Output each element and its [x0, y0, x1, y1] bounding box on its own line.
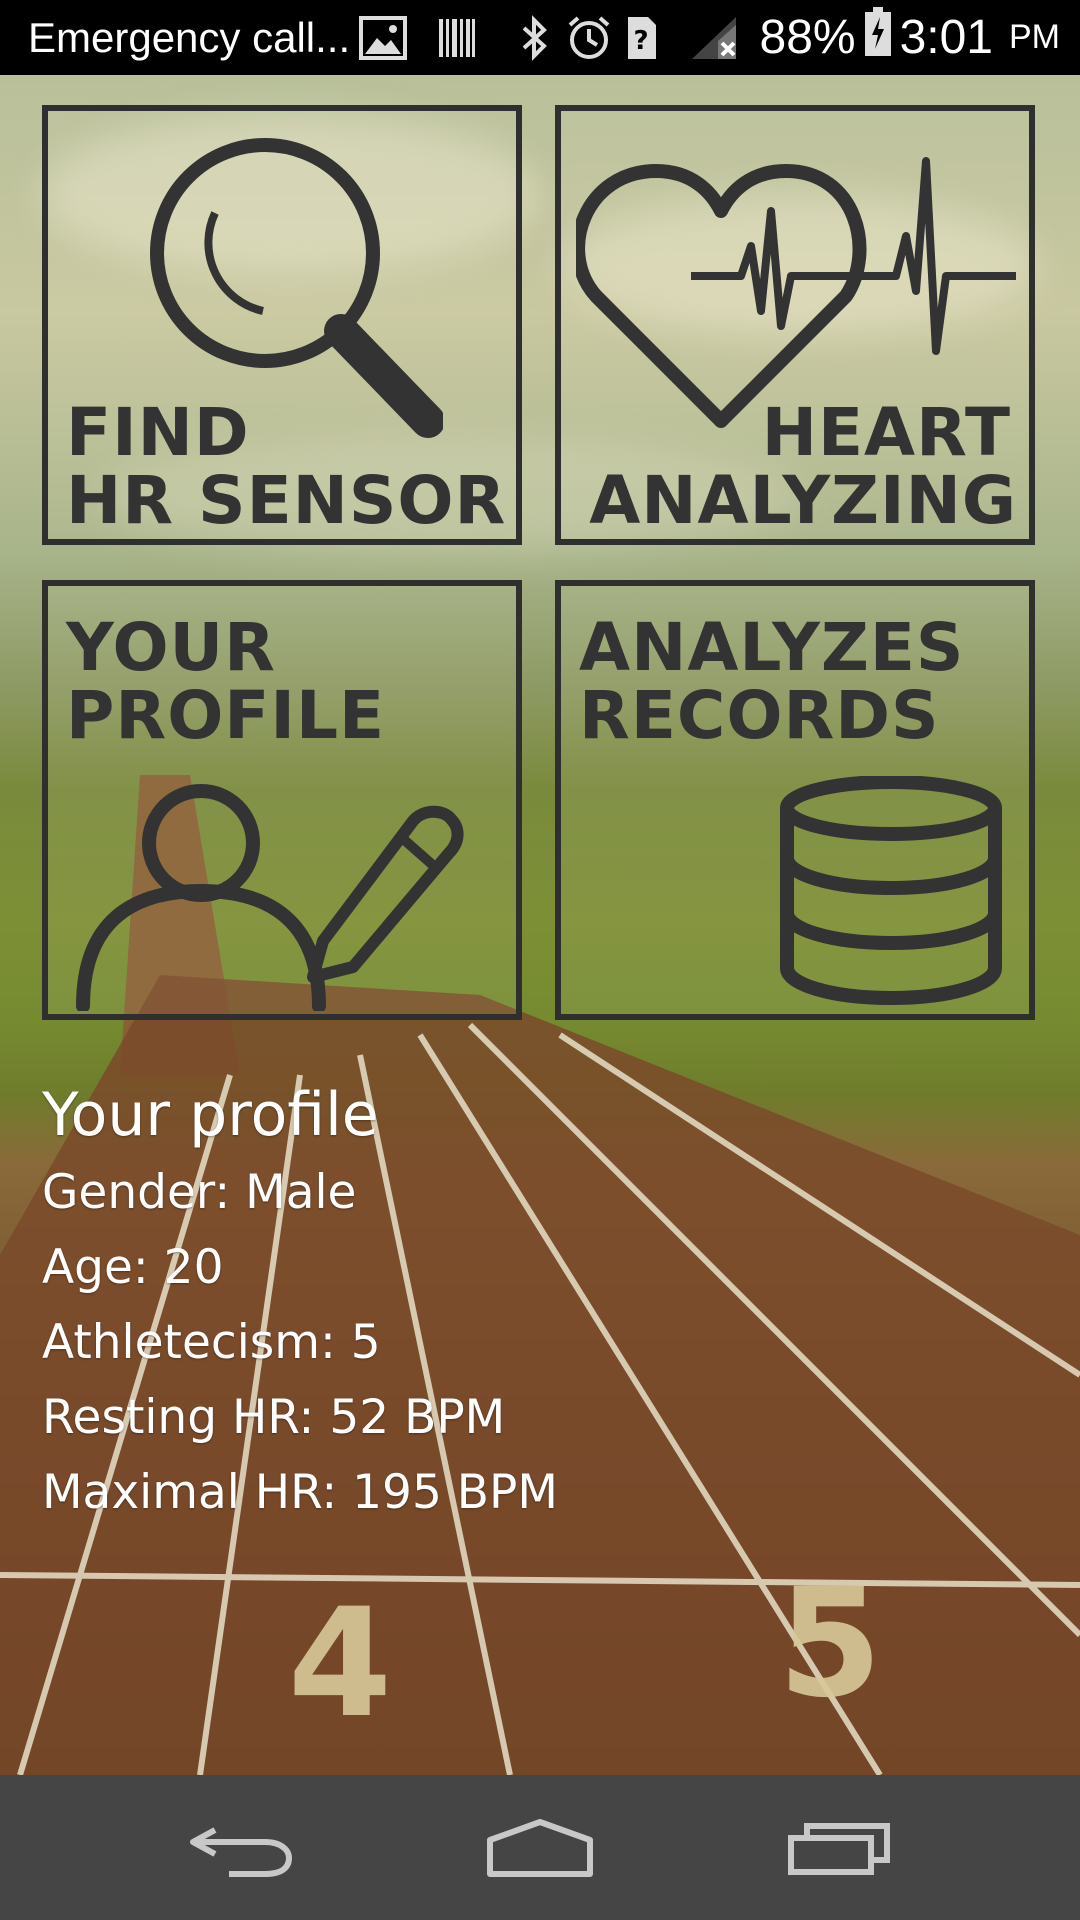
navigation-bar	[0, 1775, 1080, 1920]
records-label-line1: ANALYZES	[579, 609, 965, 686]
database-icon	[780, 776, 1002, 1006]
bluetooth-icon	[514, 0, 554, 75]
image-icon	[358, 0, 408, 75]
barcode-icon	[432, 0, 482, 75]
age-text: Age: 20	[42, 1240, 224, 1295]
athleticism-text: Athletecism: 5	[42, 1315, 381, 1370]
heart-label-line1: HEART	[761, 394, 1011, 471]
find-label-line1: FIND	[66, 394, 250, 471]
resting-hr-text: Resting HR: 52 BPM	[42, 1390, 506, 1445]
user-edit-icon	[76, 784, 464, 1011]
your-profile-button[interactable]: YOUR PROFILE	[42, 580, 522, 1020]
analyzes-records-button[interactable]: ANALYZES RECORDS	[555, 580, 1035, 1020]
svg-text:?: ?	[633, 26, 648, 56]
profile-label-line2: PROFILE	[66, 677, 386, 754]
home-button[interactable]	[440, 1775, 640, 1920]
battery-charging-icon	[864, 6, 892, 69]
signal-icon	[690, 0, 742, 75]
status-bar: Emergency call... ? 88% 3:01 PM	[0, 0, 1080, 75]
clock-ampm: PM	[1009, 18, 1060, 56]
battery-percent: 88%	[759, 11, 856, 64]
heart-analyzing-button[interactable]: HEART ANALYZING	[555, 105, 1035, 545]
profile-title: Your profile	[42, 1080, 379, 1150]
profile-label-line1: YOUR	[66, 609, 276, 686]
back-icon	[190, 1826, 293, 1877]
heart-pulse-icon	[576, 157, 1016, 428]
back-button[interactable]	[140, 1775, 340, 1920]
home-icon	[487, 1818, 593, 1877]
lane-number-5: 5	[778, 1557, 882, 1731]
gender-text: Gender: Male	[42, 1165, 357, 1220]
alarm-icon	[565, 0, 613, 75]
unknown-sim-icon: ?	[622, 0, 660, 75]
notification-text: Emergency call...	[28, 13, 351, 61]
status-right: 88% 3:01 PM	[759, 0, 1060, 75]
maximal-hr-text: Maximal HR: 195 BPM	[42, 1465, 558, 1520]
find-label-line2: HR SENSOR	[66, 462, 507, 539]
recent-apps-icon	[788, 1822, 890, 1875]
lane-number-4: 4	[288, 1577, 392, 1751]
heart-label-line2: ANALYZING	[589, 462, 1017, 539]
find-hr-sensor-button[interactable]: FIND HR SENSOR	[42, 105, 522, 545]
profile-summary: Your profile Gender: Male Age: 20 Athlet…	[42, 1075, 558, 1530]
records-label-line2: RECORDS	[579, 677, 940, 754]
recent-apps-button[interactable]	[740, 1775, 940, 1920]
clock: 3:01	[899, 11, 993, 64]
